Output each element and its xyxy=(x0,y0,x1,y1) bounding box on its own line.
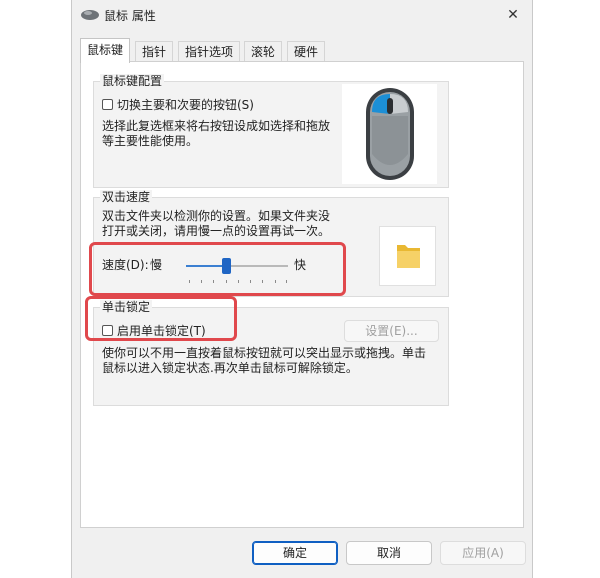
window-title: 鼠标 属性 xyxy=(104,9,156,23)
slider-tick xyxy=(213,280,214,283)
tab-pointer-options[interactable]: 指针选项 xyxy=(178,41,241,62)
click-lock-title: 单击锁定 xyxy=(100,300,153,314)
folder-icon xyxy=(397,245,420,268)
swap-buttons-box[interactable] xyxy=(102,99,113,110)
tab-buttons[interactable]: 鼠标键 xyxy=(80,38,131,63)
slider-tick xyxy=(189,280,190,283)
slider-tick xyxy=(275,280,276,283)
fast-label: 快 xyxy=(294,258,307,272)
button-config-title: 鼠标键配置 xyxy=(100,74,165,88)
enable-click-lock-label: 启用单击锁定(T) xyxy=(117,324,206,338)
speed-slider-thumb[interactable] xyxy=(222,258,231,274)
test-folder[interactable] xyxy=(379,226,436,286)
slider-tick xyxy=(250,280,251,283)
enable-click-lock-box[interactable] xyxy=(102,325,113,336)
button-config-description: 选择此复选框来将右按钮设成如选择和拖放 等主要性能使用。 xyxy=(102,119,330,149)
ok-button[interactable]: 确定 xyxy=(252,541,338,565)
slider-tick xyxy=(201,280,202,283)
slider-tick xyxy=(262,280,263,283)
click-lock-settings-button[interactable]: 设置(E)... xyxy=(344,320,439,342)
enable-click-lock-checkbox[interactable]: 启用单击锁定(T) xyxy=(102,322,206,339)
click-lock-desc-line2: 鼠标以进入锁定状态.再次单击鼠标可解除锁定。 xyxy=(102,361,358,375)
title-bar: 鼠标 属性 ✕ xyxy=(72,0,532,30)
mouse-icon xyxy=(366,88,414,180)
swap-buttons-label: 切换主要和次要的按钮(S) xyxy=(117,98,254,112)
double-click-description: 双击文件夹以检测你的设置。如果文件夹没 打开或关闭，请用慢一点的设置再试一次。 xyxy=(102,209,330,239)
button-config-desc-line1: 选择此复选框来将右按钮设成如选择和拖放 xyxy=(102,119,331,133)
button-config-desc-line2: 等主要性能使用。 xyxy=(102,134,199,148)
click-lock-description: 使你可以不用一直按着鼠标按钮就可以突出显示或拖拽。单击 鼠标以进入锁定状态.再次… xyxy=(102,346,426,376)
slider-tick xyxy=(238,280,239,283)
close-icon[interactable]: ✕ xyxy=(502,5,524,25)
double-click-desc-line2: 打开或关闭，请用慢一点的设置再试一次。 xyxy=(102,224,331,238)
swap-buttons-checkbox[interactable]: 切换主要和次要的按钮(S) xyxy=(102,96,254,113)
mouse-illustration xyxy=(342,84,437,184)
speed-label: 速度(D): xyxy=(102,258,149,272)
tab-pointers[interactable]: 指针 xyxy=(135,41,174,62)
tab-hardware[interactable]: 硬件 xyxy=(287,41,326,62)
slider-tick xyxy=(226,280,227,283)
mouse-app-icon xyxy=(81,10,99,20)
slider-tick xyxy=(286,280,287,283)
double-click-desc-line1: 双击文件夹以检测你的设置。如果文件夹没 xyxy=(102,209,331,223)
tab-bar: 鼠标键 指针 指针选项 滚轮 硬件 xyxy=(80,38,520,63)
slow-label: 慢 xyxy=(150,258,163,272)
apply-button[interactable]: 应用(A) xyxy=(440,541,526,565)
click-lock-desc-line1: 使你可以不用一直按着鼠标按钮就可以突出显示或拖拽。单击 xyxy=(102,346,427,360)
tab-wheel[interactable]: 滚轮 xyxy=(244,41,283,62)
double-click-title: 双击速度 xyxy=(100,190,153,204)
cancel-button[interactable]: 取消 xyxy=(346,541,432,565)
